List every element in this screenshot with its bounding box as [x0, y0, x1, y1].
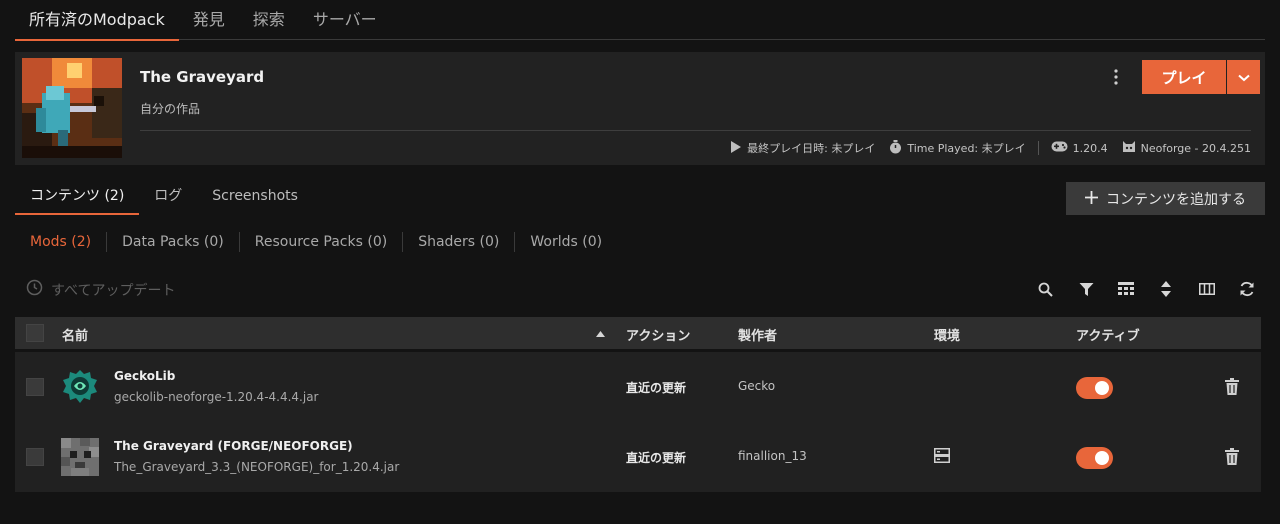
mod-update-action[interactable]: 直近の更新 [626, 449, 686, 466]
last-played-text: 最終プレイ日時: 未プレイ [747, 142, 876, 155]
mod-name[interactable]: GeckoLib [114, 369, 175, 383]
add-content-button[interactable]: コンテンツを追加する [1066, 182, 1265, 215]
play-button[interactable]: プレイ [1142, 60, 1226, 94]
tab-logs[interactable]: ログ [139, 181, 197, 215]
tab-discover[interactable]: 発見 [179, 0, 239, 40]
table-row: The Graveyard (FORGE/NEOFORGE) The_Grave… [15, 422, 1261, 492]
filter-shaders[interactable]: Shaders (0) [403, 234, 514, 250]
column-header-environment: 環境 [934, 329, 961, 344]
server-icon [934, 448, 952, 466]
mod-filename: The_Graveyard_3.3_(NEOFORGE)_for_1.20.4.… [114, 460, 400, 474]
content-tabs: コンテンツ (2) ログ Screenshots [15, 181, 313, 215]
modpack-thumbnail [22, 58, 122, 158]
game-version: 1.20.4 [1051, 141, 1108, 155]
table-header: 名前 アクション 製作者 環境 アクティブ [15, 317, 1261, 349]
trash-icon[interactable] [1225, 448, 1243, 466]
plus-icon [1085, 190, 1098, 207]
time-played-text: Time Played: 未プレイ [907, 142, 1026, 155]
column-header-action: アクション [626, 329, 691, 344]
mod-name[interactable]: The Graveyard (FORGE/NEOFORGE) [114, 439, 353, 453]
filter-data-packs[interactable]: Data Packs (0) [107, 234, 239, 250]
search-icon[interactable] [1035, 279, 1055, 299]
history-icon [26, 279, 43, 300]
column-header-author: 製作者 [738, 329, 778, 344]
graveyard-mod-icon [61, 438, 99, 476]
tab-contents[interactable]: コンテンツ (2) [15, 181, 140, 215]
game-version-text: 1.20.4 [1072, 141, 1108, 155]
instance-subtitle: 自分の作品 [140, 102, 201, 116]
instance-header: The Graveyard 自分の作品 プレイ 最終プレイ日時: 未プレイ Ti… [15, 52, 1265, 165]
time-played: Time Played: 未プレイ [889, 139, 1026, 157]
loader-version: Neoforge - 20.4.251 [1122, 140, 1251, 157]
filter-mods[interactable]: Mods (2) [15, 234, 106, 250]
filter-worlds[interactable]: Worlds (0) [515, 234, 617, 250]
geckolib-icon [61, 368, 99, 406]
update-all-label: すべてアップデート [51, 282, 176, 299]
table-row: GeckoLib geckolib-neoforge-1.20.4-4.4.4.… [15, 352, 1261, 422]
sort-icon[interactable] [1156, 279, 1176, 299]
trash-icon[interactable] [1225, 378, 1243, 396]
divider [140, 130, 1251, 131]
top-navigation: 所有済のModpack 発見 探索 サーバー [15, 0, 1265, 41]
neoforge-cat-icon [1122, 140, 1136, 157]
sort-asc-icon[interactable] [596, 326, 605, 341]
tab-owned-modpacks[interactable]: 所有済のModpack [15, 0, 179, 41]
loader-text: Neoforge - 20.4.251 [1140, 141, 1251, 155]
grid-view-icon[interactable] [1116, 279, 1136, 299]
divider [1037, 141, 1039, 155]
row-checkbox[interactable] [26, 378, 44, 396]
mod-author: Gecko [738, 379, 776, 393]
column-header-active: アクティブ [1076, 329, 1140, 344]
refresh-icon[interactable] [1237, 279, 1257, 299]
play-triangle-icon [730, 140, 742, 157]
row-checkbox[interactable] [26, 448, 44, 466]
play-dropdown-button[interactable] [1227, 60, 1260, 94]
content-type-filters: Mods (2) Data Packs (0) Resource Packs (… [15, 231, 617, 253]
tab-screenshots[interactable]: Screenshots [197, 181, 313, 215]
column-header-name[interactable]: 名前 [62, 325, 88, 344]
last-played: 最終プレイ日時: 未プレイ [730, 140, 875, 157]
active-toggle[interactable] [1076, 377, 1113, 399]
filter-icon[interactable] [1076, 279, 1096, 299]
instance-title: The Graveyard [140, 68, 265, 86]
mod-filename: geckolib-neoforge-1.20.4-4.4.4.jar [114, 390, 319, 404]
mod-author: finallion_13 [738, 449, 807, 463]
filter-resource-packs[interactable]: Resource Packs (0) [240, 234, 402, 250]
more-options-icon[interactable] [1105, 65, 1127, 89]
active-toggle[interactable] [1076, 447, 1113, 469]
gamepad-icon [1051, 141, 1068, 155]
mod-update-action[interactable]: 直近の更新 [626, 379, 686, 396]
mods-table: GeckoLib geckolib-neoforge-1.20.4-4.4.4.… [15, 352, 1261, 492]
stopwatch-icon [889, 139, 902, 157]
select-all-checkbox[interactable] [26, 324, 44, 342]
update-all-button[interactable]: すべてアップデート [26, 279, 175, 300]
tab-explore[interactable]: 探索 [239, 0, 299, 40]
add-content-label: コンテンツを追加する [1106, 190, 1246, 207]
tab-servers[interactable]: サーバー [299, 0, 391, 40]
instance-meta: 最終プレイ日時: 未プレイ Time Played: 未プレイ 1.20.4 N… [730, 138, 1251, 158]
chevron-down-icon [1237, 70, 1250, 85]
columns-icon[interactable] [1197, 279, 1217, 299]
